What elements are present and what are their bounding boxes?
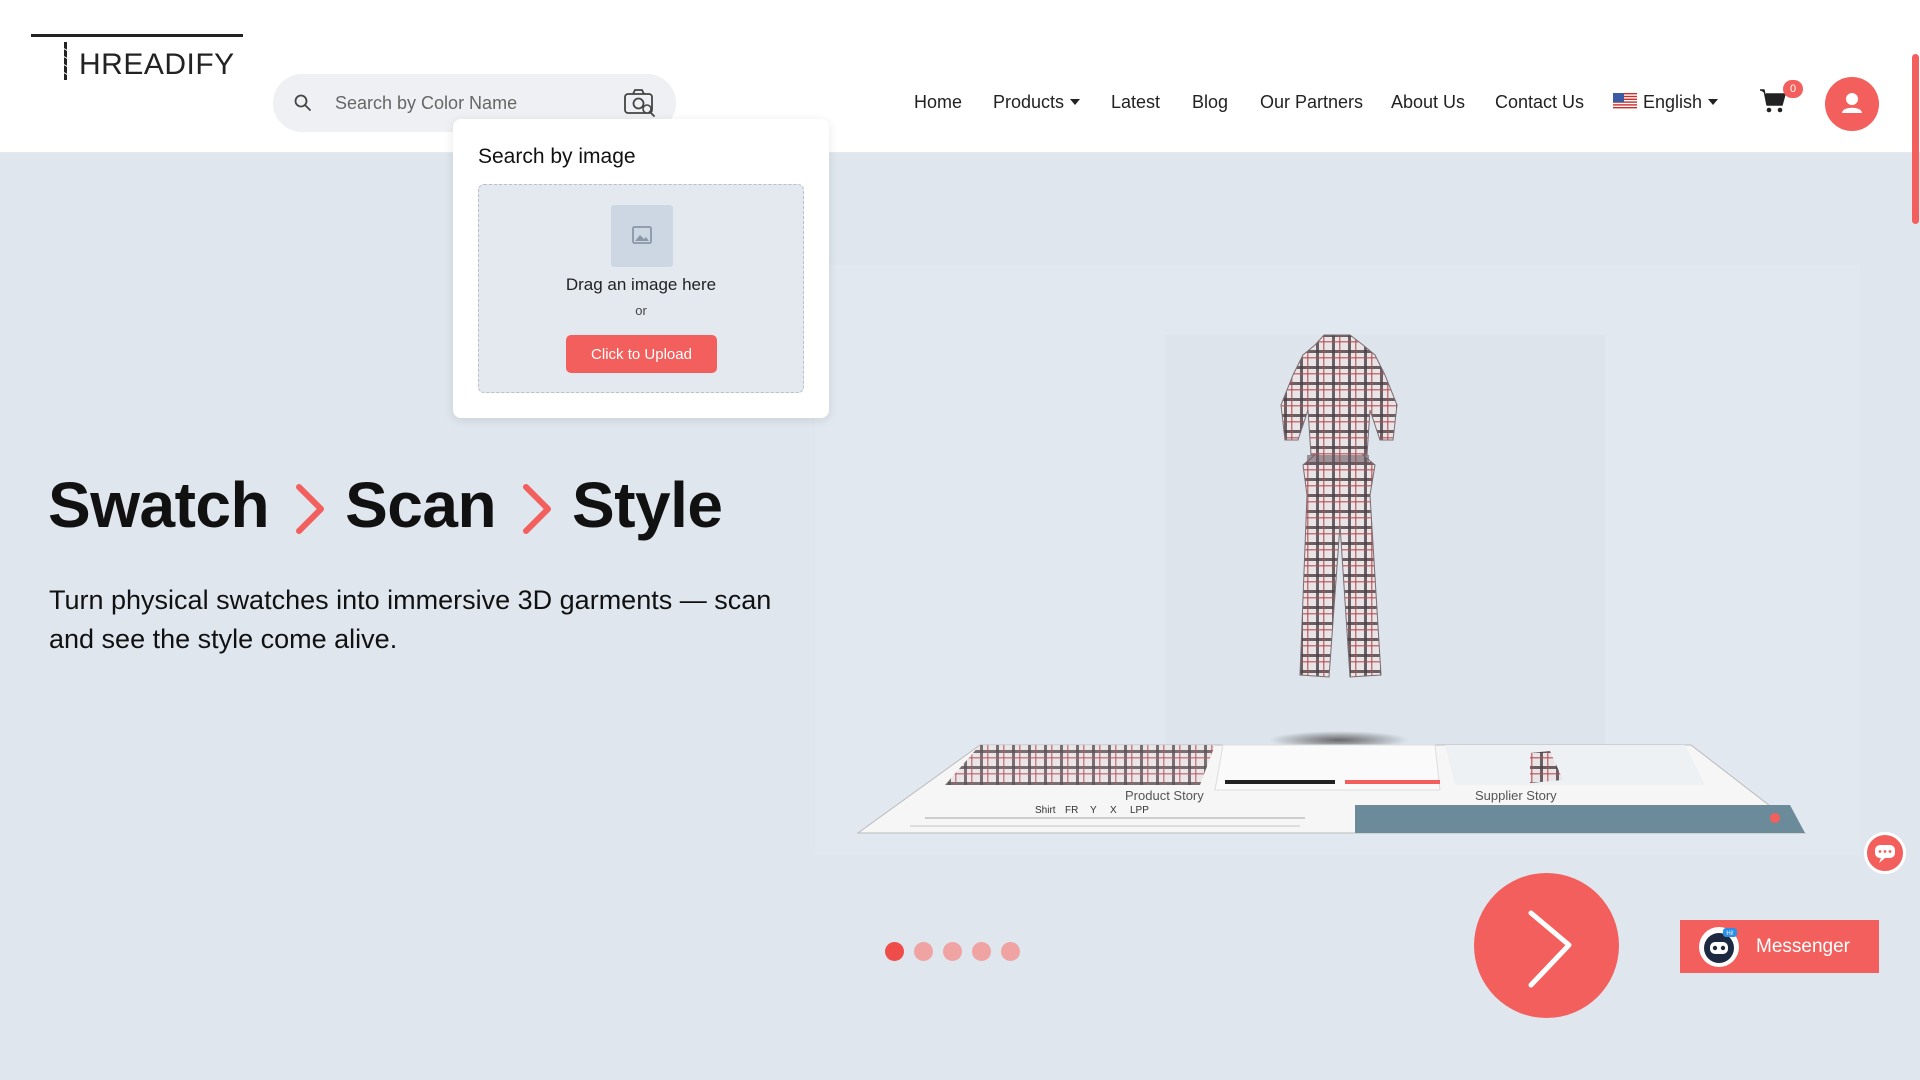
- cart-count-badge: 0: [1783, 80, 1803, 98]
- carousel-dot-4[interactable]: [972, 942, 991, 961]
- carousel-next-button[interactable]: [1474, 873, 1619, 1018]
- user-avatar-button[interactable]: [1825, 77, 1879, 131]
- or-separator: or: [635, 303, 647, 318]
- chevron-right-icon: [1528, 910, 1572, 988]
- user-icon: [1842, 93, 1862, 113]
- nav-blog[interactable]: Blog: [1192, 92, 1228, 113]
- nav-our-partners[interactable]: Our Partners: [1260, 92, 1363, 113]
- carousel-dot-5[interactable]: [1001, 942, 1020, 961]
- us-flag-icon: [1613, 93, 1637, 110]
- camera-search-icon[interactable]: [623, 88, 657, 118]
- nav-latest[interactable]: Latest: [1111, 92, 1160, 113]
- click-to-upload-button[interactable]: Click to Upload: [566, 335, 717, 373]
- language-selector[interactable]: English: [1613, 92, 1719, 113]
- needle-icon: [63, 42, 68, 80]
- panel-label-product-story: Product Story: [1125, 788, 1204, 803]
- nav-contact-us[interactable]: Contact Us: [1495, 92, 1584, 113]
- nav-about-us[interactable]: About Us: [1391, 92, 1465, 113]
- garment-showcase-image: Product Story Supplier Story Shirt FR Y …: [815, 265, 1860, 855]
- chevron-down-icon: [1070, 99, 1081, 105]
- chevron-right-icon: [296, 484, 325, 534]
- page-scrollbar[interactable]: [1912, 54, 1919, 224]
- carousel-dot-3[interactable]: [943, 942, 962, 961]
- brand-logo[interactable]: HREADIFY: [31, 34, 243, 94]
- hero-word-swatch: Swatch: [48, 469, 270, 541]
- table-header-0: Shirt: [1035, 805, 1056, 816]
- chat-bubble-button[interactable]: [1864, 832, 1906, 874]
- logo-text: HREADIFY: [79, 48, 235, 81]
- image-dropzone[interactable]: Drag an image here or Click to Upload: [478, 184, 804, 393]
- table-header-4: LPP: [1130, 805, 1149, 816]
- chevron-down-icon: [1708, 99, 1719, 105]
- hero-description: Turn physical swatches into immersive 3D…: [49, 585, 772, 654]
- nav-products-label: Products: [993, 92, 1065, 112]
- chat-icon: [1875, 845, 1895, 863]
- top-strip: [0, 0, 1920, 48]
- messenger-label: Messenger: [1756, 936, 1850, 957]
- nav-home[interactable]: Home: [914, 92, 962, 113]
- image-icon: [632, 226, 652, 244]
- popup-title: Search by image: [478, 145, 636, 168]
- nav-products[interactable]: Products: [993, 92, 1081, 113]
- carousel-dot-1[interactable]: [885, 942, 904, 961]
- hero-word-scan: Scan: [345, 469, 497, 541]
- carousel-dot-2[interactable]: [914, 942, 933, 961]
- language-label: English: [1643, 92, 1703, 112]
- logo-thread-line: [31, 34, 243, 37]
- hero-title: Swatch Scan Style: [48, 468, 723, 542]
- table-header-2: Y: [1090, 805, 1097, 816]
- chevron-right-icon: [523, 484, 552, 534]
- search-input[interactable]: [335, 86, 605, 120]
- drag-instruction: Drag an image here: [565, 275, 717, 294]
- messenger-button[interactable]: Hi! Messenger: [1680, 920, 1879, 973]
- image-placeholder: [611, 205, 673, 267]
- search-icon[interactable]: [293, 93, 313, 113]
- hero-word-style: Style: [572, 469, 723, 541]
- table-header-3: X: [1110, 805, 1117, 816]
- image-search-popup: Search by image Drag an image here or Cl…: [453, 119, 829, 418]
- product-story-board: Product Story Supplier Story Shirt FR Y …: [856, 744, 1807, 834]
- table-header-1: FR: [1065, 805, 1078, 816]
- robot-icon: Hi!: [1699, 927, 1739, 967]
- bot-badge-text: Hi!: [1726, 931, 1734, 937]
- panel-label-supplier-story: Supplier Story: [1475, 788, 1557, 803]
